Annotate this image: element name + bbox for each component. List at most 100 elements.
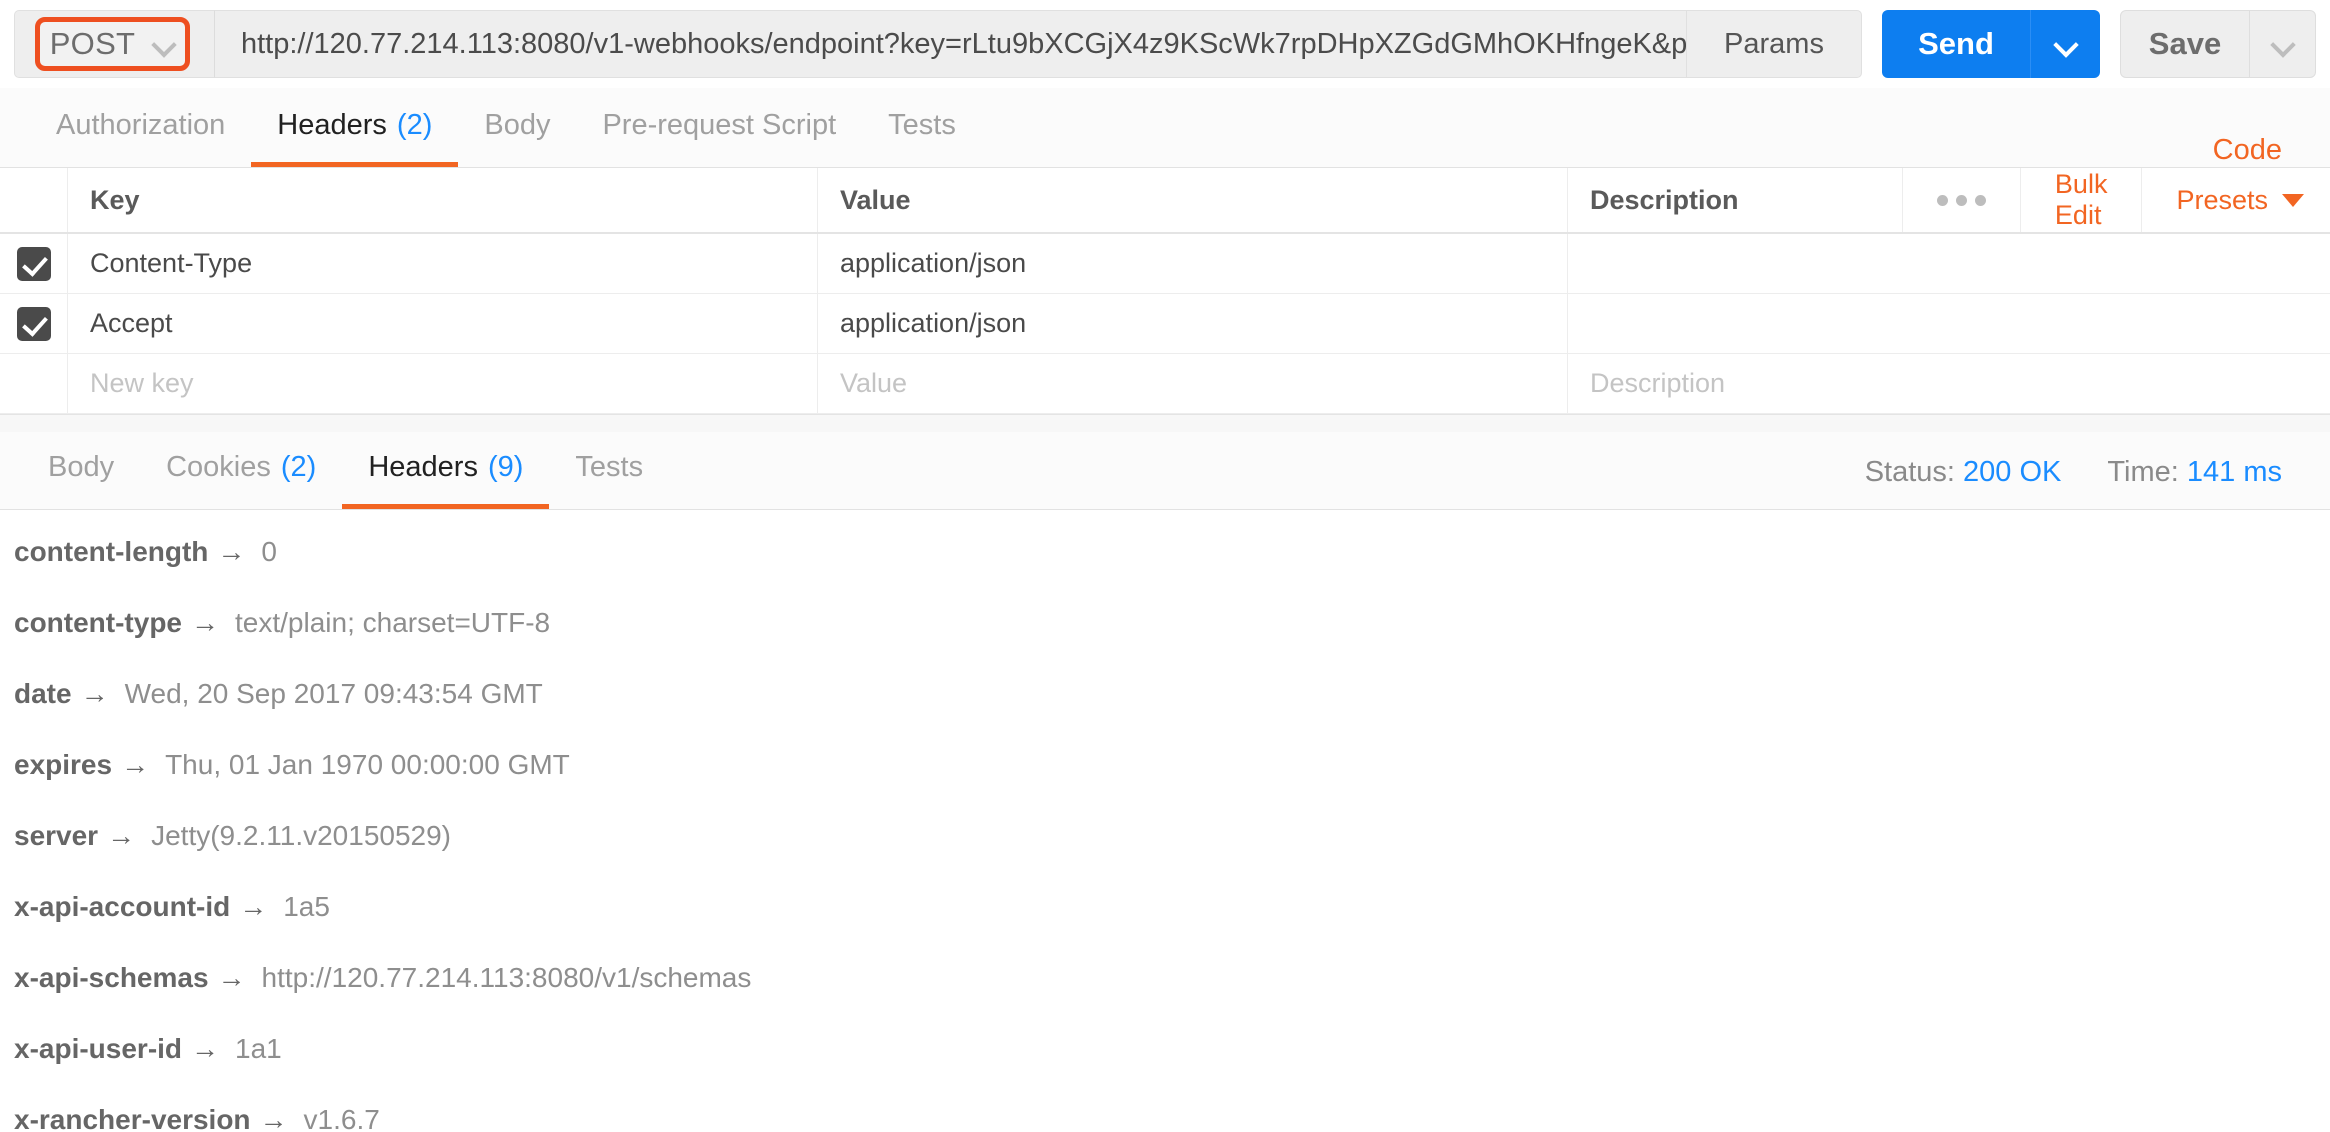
caret-down-icon bbox=[2282, 193, 2304, 207]
response-header-item: x-api-account-id → 1a5 bbox=[14, 891, 2316, 962]
row-key-cell[interactable]: Accept bbox=[68, 294, 818, 353]
table-actions: Bulk Edit Presets bbox=[1901, 168, 2330, 232]
tab-pre-request-script[interactable]: Pre-request Script bbox=[576, 89, 862, 167]
send-button[interactable]: Send bbox=[1882, 10, 2030, 78]
status-label: Status: bbox=[1864, 456, 1955, 488]
tab-label: Tests bbox=[575, 451, 644, 483]
time-label: Time: bbox=[2107, 456, 2179, 488]
tab-tests[interactable]: Tests bbox=[862, 89, 982, 167]
arrow-right-icon: → bbox=[80, 678, 109, 709]
row-checkbox-empty[interactable] bbox=[0, 354, 68, 413]
response-tab-tests[interactable]: Tests bbox=[549, 431, 669, 509]
header-value: 1a1 bbox=[235, 1033, 282, 1064]
header-value: v1.6.7 bbox=[303, 1104, 380, 1132]
request-headers-table: Key Value Description Bulk Edit Presets … bbox=[0, 168, 2330, 414]
table-row-new[interactable]: New key Value Description bbox=[0, 354, 2330, 414]
header-checkbox-col bbox=[0, 168, 68, 232]
response-tab-body[interactable]: Body bbox=[22, 431, 140, 509]
params-button[interactable]: Params bbox=[1686, 10, 1862, 78]
arrow-right-icon: → bbox=[217, 536, 246, 567]
column-header-description: Description bbox=[1590, 184, 1739, 215]
header-key: x-rancher-version bbox=[14, 1104, 251, 1132]
response-header-item: x-api-schemas → http://120.77.214.113:8080… bbox=[14, 962, 2316, 1033]
http-method-dropdown[interactable]: POST bbox=[35, 17, 190, 71]
row-key-cell[interactable]: Content-Type bbox=[68, 234, 818, 293]
header-value: Thu, 01 Jan 1970 00:00:00 GMT bbox=[165, 749, 570, 780]
arrow-right-icon: → bbox=[239, 891, 268, 922]
time-badge: Time: 141 ms bbox=[2107, 456, 2282, 489]
arrow-right-icon: → bbox=[121, 749, 150, 780]
status-value: 200 OK bbox=[1963, 456, 2062, 488]
header-value: 0 bbox=[261, 536, 277, 567]
column-header-value: Value bbox=[818, 168, 1568, 232]
bulk-edit-button[interactable]: Bulk Edit bbox=[2019, 168, 2142, 232]
send-button-group: Send bbox=[1882, 10, 2100, 78]
response-tab-cookies[interactable]: Cookies (2) bbox=[140, 431, 342, 509]
code-link[interactable]: Code bbox=[2213, 134, 2300, 167]
column-header-key: Key bbox=[68, 168, 818, 232]
tab-headers[interactable]: Headers (2) bbox=[251, 89, 459, 167]
tab-body[interactable]: Body bbox=[458, 89, 576, 167]
table-row[interactable]: Accept application/json bbox=[0, 294, 2330, 354]
table-row[interactable]: Content-Type application/json bbox=[0, 234, 2330, 294]
header-key: x-api-schemas bbox=[14, 962, 209, 993]
chevron-down-icon bbox=[2055, 33, 2077, 55]
time-value: 141 ms bbox=[2186, 456, 2282, 488]
arrow-right-icon: → bbox=[191, 607, 219, 638]
new-value-input[interactable]: Value bbox=[818, 354, 1568, 413]
http-method-label: POST bbox=[49, 26, 136, 61]
status-badge: Status: 200 OK bbox=[1865, 456, 2062, 489]
response-header-item: date → Wed, 20 Sep 2017 09:43:54 GMT bbox=[14, 678, 2316, 749]
tab-label: Pre-request Script bbox=[602, 109, 837, 141]
response-header-item: content-length → 0 bbox=[14, 536, 2316, 607]
row-checkbox[interactable] bbox=[0, 294, 68, 353]
presets-button[interactable]: Presets bbox=[2141, 168, 2330, 232]
row-checkbox[interactable] bbox=[0, 234, 68, 293]
response-header-item: x-rancher-version → v1.6.7 bbox=[14, 1104, 2316, 1132]
tab-label: Headers bbox=[368, 451, 478, 483]
tab-label: Body bbox=[48, 451, 115, 483]
response-header-item: server → Jetty(9.2.11.v20150529) bbox=[14, 820, 2316, 891]
response-separator bbox=[0, 414, 2330, 432]
save-button[interactable]: Save bbox=[2121, 11, 2249, 77]
table-header-row: Key Value Description Bulk Edit Presets bbox=[0, 168, 2330, 234]
tab-authorization[interactable]: Authorization bbox=[30, 89, 251, 167]
response-tab-headers[interactable]: Headers (9) bbox=[342, 431, 550, 509]
response-header-item: x-api-user-id → 1a1 bbox=[14, 1033, 2316, 1104]
arrow-right-icon: → bbox=[259, 1104, 288, 1132]
header-key: content-length bbox=[14, 536, 209, 567]
response-header-item: expires → Thu, 01 Jan 1970 00:00:00 GMT bbox=[14, 749, 2316, 820]
header-key: x-api-account-id bbox=[14, 891, 231, 922]
url-input[interactable]: http://120.77.214.113:8080/v1-webhooks/e… bbox=[214, 10, 1686, 78]
header-value: Jetty(9.2.11.v20150529) bbox=[151, 820, 451, 851]
header-key: server bbox=[14, 820, 99, 851]
request-tab-bar: Authorization Headers (2) Body Pre-reques… bbox=[0, 88, 2330, 168]
row-value-cell[interactable]: application/json bbox=[818, 294, 1568, 353]
tab-count: (9) bbox=[487, 451, 524, 483]
header-key: expires bbox=[14, 749, 113, 780]
header-value: 1a5 bbox=[283, 891, 330, 922]
row-description-cell[interactable] bbox=[1568, 234, 2330, 293]
row-description-cell[interactable] bbox=[1568, 294, 2330, 353]
save-options-button[interactable] bbox=[2249, 11, 2315, 77]
checkbox-checked-icon bbox=[16, 246, 51, 281]
new-description-input[interactable]: Description bbox=[1568, 354, 2330, 413]
save-button-group: Save bbox=[2120, 10, 2316, 78]
arrow-right-icon: → bbox=[107, 820, 136, 851]
tab-label: Tests bbox=[888, 109, 956, 141]
tab-label: Body bbox=[484, 109, 551, 141]
row-value-cell[interactable]: application/json bbox=[818, 234, 1568, 293]
http-method-cell: POST bbox=[14, 10, 214, 78]
ellipsis-icon[interactable] bbox=[1901, 168, 2020, 232]
presets-label: Presets bbox=[2176, 184, 2268, 215]
header-key: date bbox=[14, 678, 72, 709]
header-key: x-api-user-id bbox=[14, 1033, 183, 1064]
response-tab-bar: Body Cookies (2) Headers (9) Tests Status:… bbox=[0, 432, 2330, 510]
new-key-input[interactable]: New key bbox=[68, 354, 818, 413]
response-headers-list: content-length → 0 content-type → text/plain… bbox=[0, 510, 2330, 1132]
arrow-right-icon: → bbox=[217, 962, 246, 993]
send-options-button[interactable] bbox=[2030, 10, 2100, 78]
tab-label: Cookies bbox=[166, 451, 271, 483]
